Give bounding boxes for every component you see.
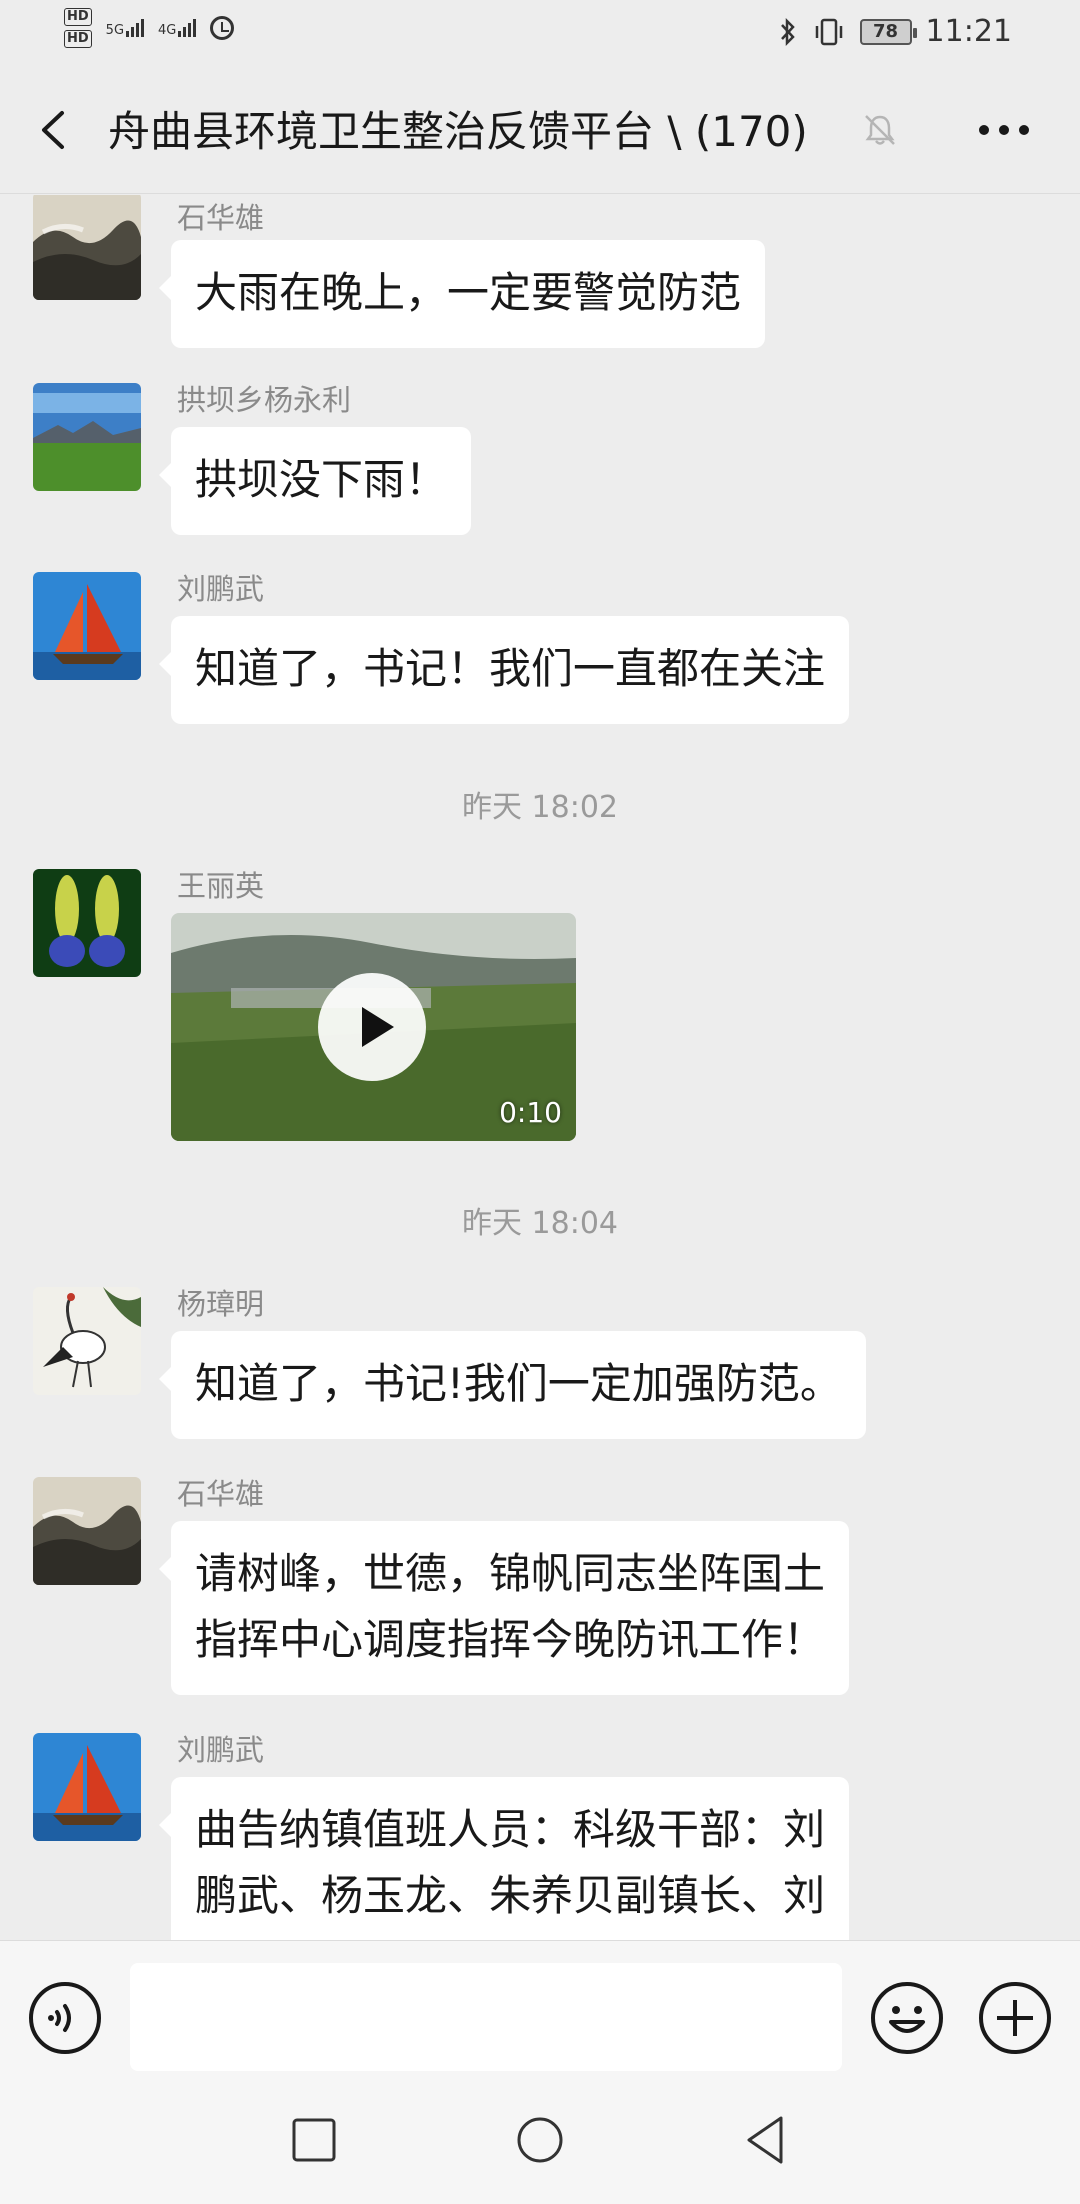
avatar[interactable] [33,1733,141,1841]
avatar[interactable] [33,869,141,977]
signal-bars-icon [126,19,145,37]
avatar[interactable] [33,383,141,491]
more-icon[interactable] [976,122,1032,138]
sender-name: 拱坝乡杨永利 [177,383,352,417]
hd-badge-1: HD [64,8,92,26]
back-icon[interactable] [36,110,72,150]
message-bubble[interactable]: 大雨在晚上，一定要警觉防范 [158,240,766,348]
sender-name: 刘鹏武 [177,1733,265,1767]
chat-title: 舟曲县环境卫生整治反馈平台 \ (170) [108,107,808,156]
message-bubble[interactable]: 请树峰，世德，锦帆同志坐阵国土 指挥中心调度指挥今晚防讯工作！ [158,1521,850,1695]
video-duration: 0:10 [499,1096,562,1129]
message-line: 指挥中心调度指挥今晚防讯工作！ [195,1615,826,1664]
bluetooth-icon [780,17,795,46]
status-time: 11:21 [925,14,1012,49]
avatar[interactable] [33,1287,141,1395]
sender-name: 石华雄 [177,1477,265,1511]
play-icon[interactable] [318,973,426,1081]
alarm-icon [210,16,235,40]
recents-icon[interactable] [286,2112,342,2168]
emoji-icon[interactable] [869,1980,945,2056]
chat-area[interactable]: 石华雄 大雨在晚上，一定要警觉防范 拱坝乡杨永利 拱坝没下雨！ 刘鹏武 知道了，… [0,195,1080,1940]
timestamp: 昨天 18:04 [462,1206,618,1241]
message-line: 请树峰，世德，锦帆同志坐阵国土 [195,1549,826,1598]
avatar[interactable] [33,1477,141,1585]
chat-header: 舟曲县环境卫生整治反馈平台 \ (170) [0,66,1080,194]
hd-badge-2: HD [64,30,92,48]
sender-name: 王丽英 [177,869,265,903]
message-bubble[interactable]: 知道了，书记！我们一直都在关注 [158,616,850,724]
hd-indicators: HD HD [64,8,92,48]
input-bar [0,1940,1080,2072]
vibrate-icon [815,18,842,45]
system-nav-bar [0,2072,1080,2204]
mute-bell-icon [865,115,895,145]
message-line: 曲告纳镇值班人员：科级干部：刘 [195,1805,826,1854]
signal-4g: 4G [158,19,197,38]
back-triangle-icon[interactable] [737,2112,793,2168]
status-right: 78 11:21 [778,14,1012,49]
network-type-1: 5G [105,23,125,38]
sender-name: 石华雄 [177,201,265,235]
voice-icon[interactable] [27,1980,103,2056]
avatar[interactable] [33,572,141,680]
sender-name: 刘鹏武 [177,572,265,606]
status-left: HD HD 5G 4G [64,8,235,48]
battery-indicator: 78 [859,18,917,45]
home-icon[interactable] [512,2112,568,2168]
message-bubble[interactable]: 拱坝没下雨！ [158,427,472,535]
message-line: 鹏武、杨玉龙、朱养贝副镇长、刘 [195,1871,826,1920]
status-bar: HD HD 5G 4G 78 11:21 [0,0,1080,66]
network-type-2: 4G [158,23,177,38]
avatar[interactable] [33,195,141,300]
message-input[interactable] [130,1963,842,2071]
timestamp: 昨天 18:02 [462,790,618,825]
video-message[interactable]: 0:10 [171,913,576,1141]
signal-bars-icon [178,19,197,37]
signal-5g: 5G [105,19,145,38]
sender-name: 杨璋明 [177,1287,265,1321]
message-bubble[interactable]: 知道了，书记!我们一定加强防范。 [159,1331,866,1439]
message-bubble[interactable]: 曲告纳镇值班人员：科级干部：刘 鹏武、杨玉龙、朱养贝副镇长、刘 [158,1777,850,1940]
plus-icon[interactable] [977,1980,1053,2056]
